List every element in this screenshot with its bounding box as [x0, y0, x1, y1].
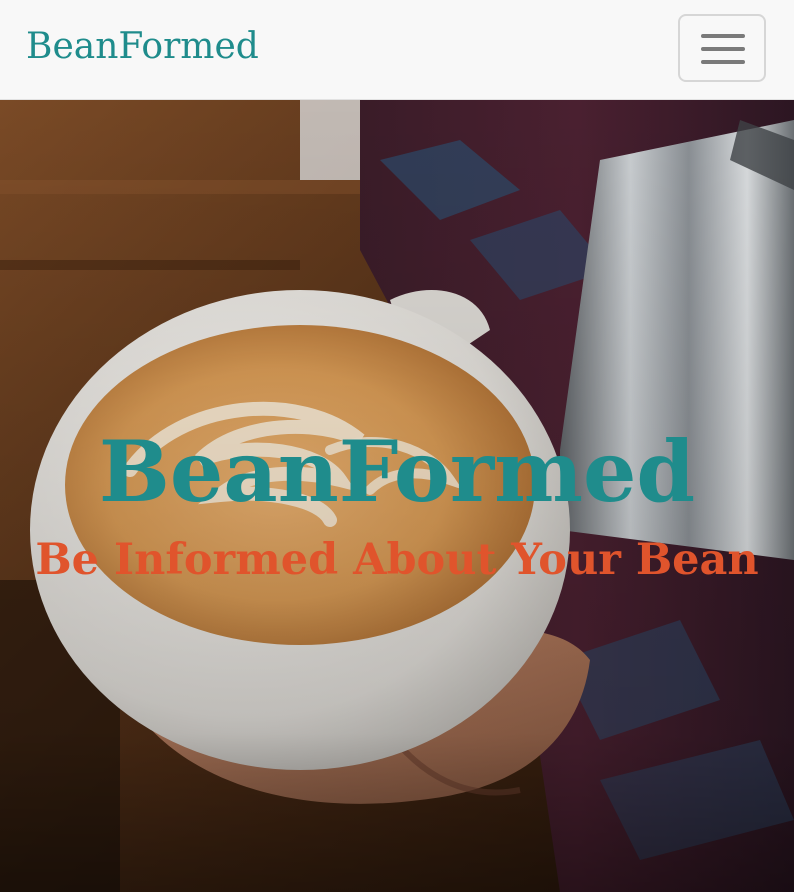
hero-section: BeanFormed Be Informed About Your Bean — [0, 100, 794, 892]
navbar-brand-link[interactable]: BeanFormed — [26, 22, 259, 72]
hero-title: BeanFormed — [98, 422, 696, 522]
hamburger-menu-icon-bar — [701, 60, 745, 64]
hero-subtitle: Be Informed About Your Bean — [35, 534, 759, 585]
navbar-toggle-button[interactable] — [678, 14, 766, 82]
hamburger-menu-icon-bar — [701, 47, 745, 51]
navbar: BeanFormed — [0, 0, 794, 100]
hamburger-menu-icon — [701, 34, 745, 38]
